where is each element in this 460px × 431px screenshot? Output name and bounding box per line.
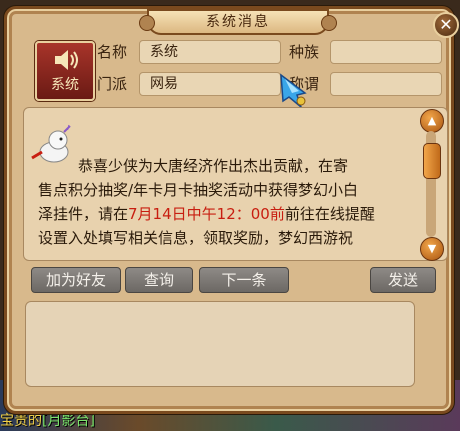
scene-text-a: 宝贵的 (0, 413, 42, 429)
race-label: 种族 (289, 43, 320, 61)
race-field (330, 40, 442, 64)
scroll-up-button[interactable]: ▲ (420, 109, 444, 133)
message-area: ♪ 恭喜少侠为大唐经济作出杰出贡献，在寄 售点积分抽奖/年卡月卡抽奖活动中获得梦… (23, 107, 448, 261)
next-message-button[interactable]: 下一条 (199, 267, 289, 293)
close-button[interactable]: ✕ (433, 12, 459, 38)
name-label: 名称 (97, 43, 128, 61)
gem-cursor-icon (280, 73, 307, 110)
message-line-3: 泽挂件，请在7月14日中午12：00前前往在线提醒 (38, 202, 418, 226)
message-line-2: 售点积分抽奖/年卡月卡抽奖活动中获得梦幻小白 (38, 181, 359, 199)
system-message-window: 系统消息 ✕ 系统 名称 系统 门派 网易 种族 称谓 ♪ 恭喜少侠为大唐经济作… (4, 6, 459, 414)
scene-text-b: [月影台] (42, 413, 95, 429)
school-field: 网易 (139, 72, 281, 96)
message-line-3-b: 前往在线提醒 (284, 205, 375, 223)
title-field (330, 72, 442, 96)
speaker-icon (55, 50, 78, 70)
sender-avatar: 系统 (35, 41, 95, 101)
school-label: 门派 (97, 75, 128, 93)
message-text: 恭喜少侠为大唐经济作出杰出贡献，在寄 售点积分抽奖/年卡月卡抽奖活动中获得梦幻小… (38, 154, 418, 250)
message-line-4: 设置入处填写相关信息，领取奖励，梦幻西游祝 (38, 229, 354, 247)
window-title: 系统消息 (139, 9, 337, 35)
scroll-thumb[interactable] (423, 143, 441, 179)
add-friend-button[interactable]: 加为好友 (31, 267, 121, 293)
message-line-1: 恭喜少侠为大唐经济作出杰出贡献，在寄 (78, 157, 349, 175)
message-scrollbar[interactable]: ▲ ▼ (420, 109, 444, 261)
scroll-down-button[interactable]: ▼ (420, 237, 444, 261)
message-deadline: 7月14日中午12：00前 (128, 205, 285, 223)
send-button[interactable]: 发送 (370, 267, 436, 293)
avatar-label: 系统 (51, 77, 79, 93)
reply-input[interactable] (25, 301, 415, 387)
query-button[interactable]: 查询 (125, 267, 193, 293)
message-line-3-a: 泽挂件，请在 (38, 205, 129, 223)
svg-text:♪: ♪ (66, 124, 70, 132)
name-field: 系统 (139, 40, 281, 64)
